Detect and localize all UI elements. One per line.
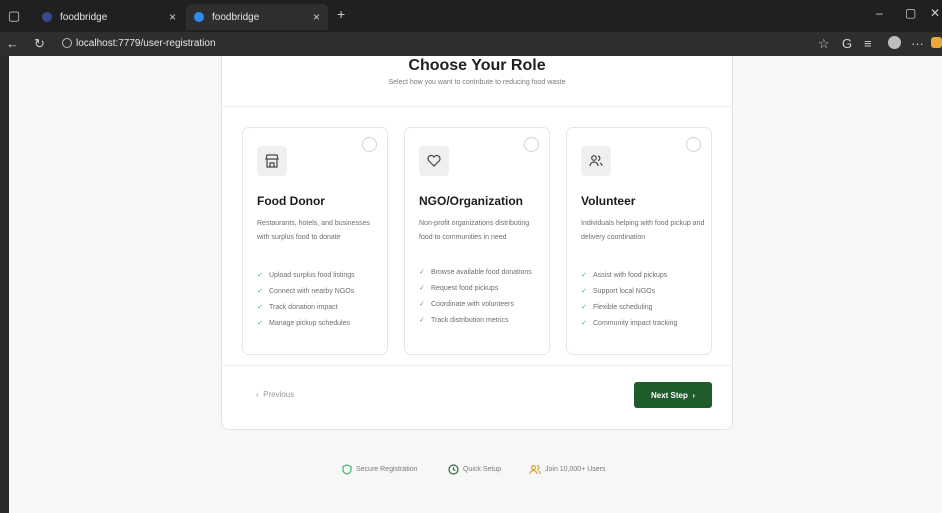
- feature-item: ✓ Request food pickups: [419, 285, 499, 292]
- role-card-food-donor[interactable]: Food Donor Restaurants, hotels, and busi…: [242, 127, 388, 355]
- page-title: Choose Your Role: [408, 57, 546, 74]
- feature-item: ✓ Track distribution metrics: [419, 317, 509, 324]
- close-window-icon[interactable]: ✕: [930, 6, 940, 20]
- copilot-icon[interactable]: [931, 37, 942, 48]
- shield-icon: [342, 463, 352, 475]
- role-radio[interactable]: [686, 137, 701, 152]
- role-card-volunteer[interactable]: Volunteer Individuals helping with food …: [566, 127, 712, 355]
- role-description: Non-profit organizations distributing fo…: [419, 220, 530, 241]
- next-step-button[interactable]: Next Step ›: [634, 382, 712, 408]
- users-icon: [529, 464, 541, 474]
- feature-item: ✓ Assist with food pickups: [581, 272, 668, 279]
- favorites-icon[interactable]: ≡: [864, 36, 872, 52]
- role-title: Food Donor: [257, 194, 325, 208]
- tab-close-icon[interactable]: ×: [313, 10, 320, 24]
- feature-item: ✓ Track donation impact: [257, 304, 338, 311]
- trust-secure-registration: Secure Registration: [342, 462, 417, 476]
- role-card-ngo[interactable]: NGO/Organization Non-profit organization…: [404, 127, 550, 355]
- trust-join-users: Join 10,000+ Users: [529, 462, 606, 476]
- check-icon: ✓: [581, 320, 587, 327]
- check-icon: ✓: [581, 304, 587, 311]
- feature-item: ✓ Browse available food donations: [419, 269, 532, 276]
- page-viewport: Choose Your Role Select how you want to …: [9, 56, 942, 513]
- page-subtitle: Select how you want to contribute to red…: [388, 79, 566, 86]
- role-radio[interactable]: [524, 137, 539, 152]
- site-info-icon[interactable]: [62, 38, 72, 48]
- feature-item: ✓ Connect with nearby NGOs: [257, 288, 355, 295]
- check-icon: ✓: [419, 269, 425, 276]
- check-icon: ✓: [257, 320, 263, 327]
- check-icon: ✓: [581, 288, 587, 295]
- card-footer: ‹ Previous Next Step ›: [222, 365, 732, 431]
- tab-close-icon[interactable]: ×: [169, 10, 176, 24]
- feature-list: ✓ Upload surplus food listings ✓ Connect w…: [257, 271, 383, 335]
- feature-item: ✓ Flexible scheduling: [581, 304, 653, 311]
- tab-foodbridge-2[interactable]: foodbridge ×: [186, 4, 328, 30]
- feature-item: ✓ Support local NGOs: [581, 288, 656, 295]
- url-text: localhost:7779/user-registration: [76, 38, 216, 49]
- url-field[interactable]: localhost:7779/user-registration: [62, 35, 822, 53]
- feature-list: ✓ Assist with food pickups ✓ Support local…: [581, 271, 707, 335]
- feature-list: ✓ Browse available food donations ✓ Reques…: [419, 268, 545, 332]
- browser-left-edge: [0, 56, 9, 513]
- check-icon: ✓: [257, 304, 263, 311]
- chevron-right-icon: ›: [687, 390, 695, 400]
- role-description: Individuals helping with food pickup and…: [581, 220, 705, 241]
- more-icon[interactable]: ···: [911, 36, 924, 52]
- registration-card: Choose Your Role Select how you want to …: [221, 56, 733, 430]
- card-header: Choose Your Role Select how you want to …: [222, 56, 732, 107]
- users-icon: [581, 146, 611, 176]
- back-icon[interactable]: ←: [6, 36, 19, 52]
- check-icon: ✓: [257, 288, 263, 295]
- browser-tab-bar: ▢ foodbridge × foodbridge × + – ▢ ✕: [0, 0, 942, 32]
- heart-icon: [419, 146, 449, 176]
- check-icon: ✓: [419, 301, 425, 308]
- store-icon: [257, 146, 287, 176]
- feature-item: ✓ Manage pickup schedules: [257, 320, 350, 327]
- sidebar-toggle-icon[interactable]: ▢: [8, 8, 20, 24]
- new-tab-button[interactable]: +: [337, 6, 345, 22]
- favicon: [42, 12, 52, 22]
- role-description: Restaurants, hotels, and businesses with…: [257, 220, 370, 241]
- trust-quick-setup: Quick Setup: [448, 462, 501, 476]
- feature-item: ✓ Coordinate with volunteers: [419, 301, 514, 308]
- role-radio[interactable]: [362, 137, 377, 152]
- previous-button[interactable]: ‹ Previous: [256, 390, 294, 399]
- favicon: [194, 12, 204, 22]
- clock-icon: [448, 463, 459, 475]
- favorite-star-icon[interactable]: ☆: [818, 36, 830, 52]
- reload-icon[interactable]: ↻: [34, 36, 45, 52]
- check-icon: ✓: [419, 285, 425, 292]
- feature-item: ✓ Community impact tracking: [581, 320, 678, 327]
- check-icon: ✓: [419, 317, 425, 324]
- tab-foodbridge-1[interactable]: foodbridge ×: [34, 4, 184, 30]
- role-title: Volunteer: [581, 194, 636, 208]
- address-bar: ← ↻ localhost:7779/user-registration ☆ G…: [0, 32, 942, 56]
- profile-avatar-icon[interactable]: [888, 36, 901, 49]
- check-icon: ✓: [581, 272, 587, 279]
- extension-icon[interactable]: G: [842, 36, 852, 52]
- feature-item: ✓ Upload surplus food listings: [257, 272, 355, 279]
- minimize-icon[interactable]: –: [876, 6, 883, 20]
- tab-label: foodbridge: [60, 11, 108, 23]
- tab-label: foodbridge: [212, 11, 260, 23]
- maximize-icon[interactable]: ▢: [905, 6, 916, 20]
- check-icon: ✓: [257, 272, 263, 279]
- role-title: NGO/Organization: [419, 194, 524, 208]
